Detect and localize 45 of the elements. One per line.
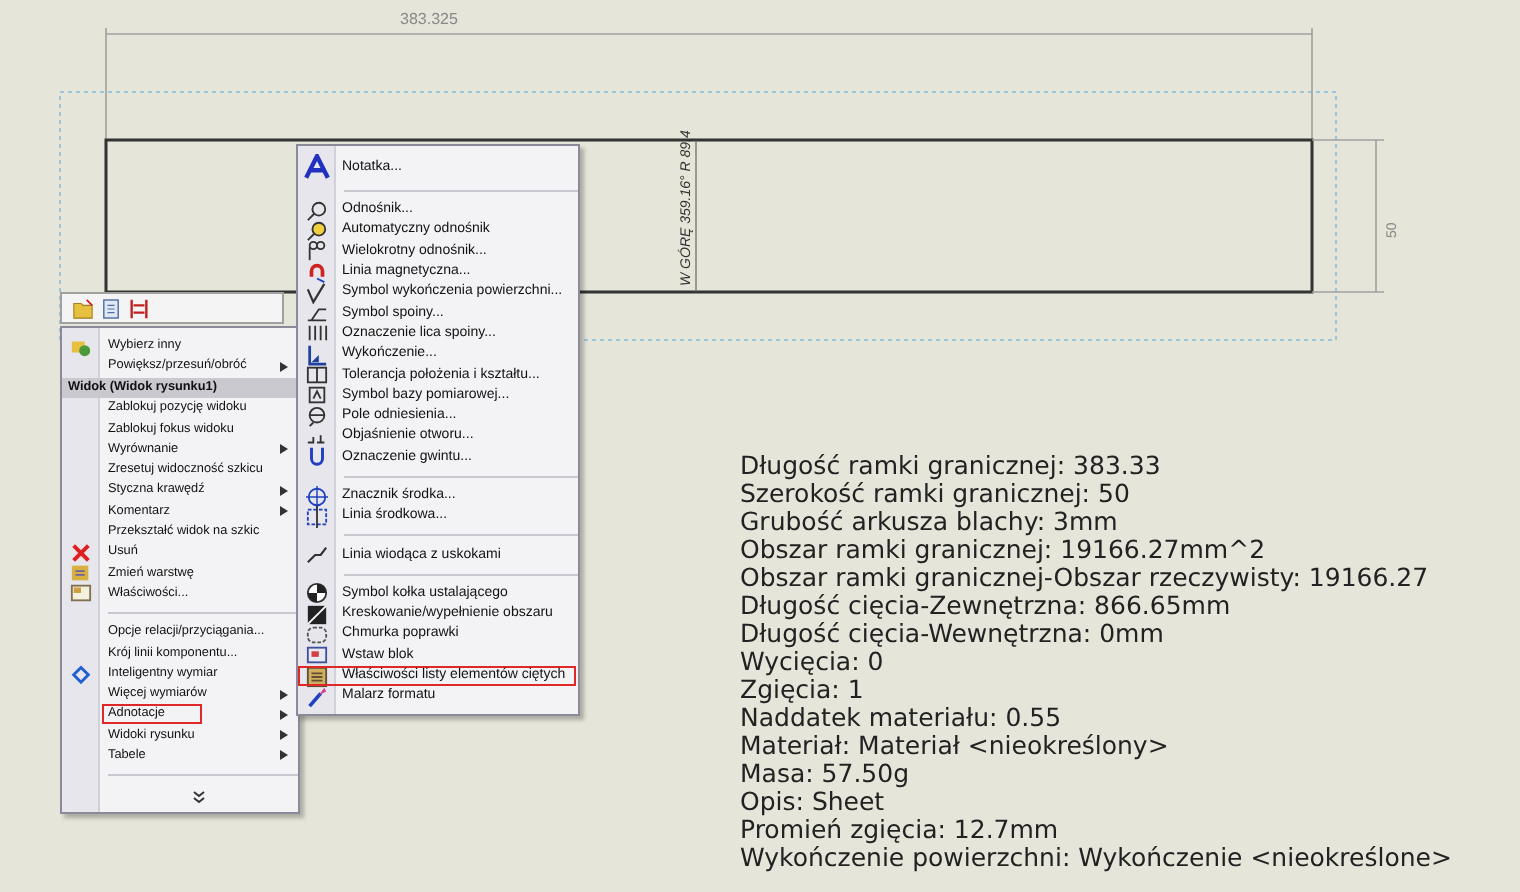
delete-icon [70, 541, 92, 564]
property-line: Długość ramki granicznej: 383.33 [740, 452, 1163, 480]
centerline-icon [306, 505, 328, 528]
format-painter-icon [306, 685, 328, 708]
property-line: Naddatek materiału: 0.55 [740, 704, 1064, 732]
split-icon[interactable] [128, 297, 150, 319]
weld-bead-icon [306, 322, 328, 345]
datum-icon [306, 384, 328, 407]
property-line: Masa: 57.50g [740, 760, 912, 788]
document-icon[interactable] [102, 297, 120, 319]
layer-icon [70, 562, 92, 585]
thread-icon [306, 446, 328, 469]
property-line: Grubość arkusza blachy: 3mm [740, 508, 1120, 536]
dowel-pin-icon [306, 582, 328, 605]
property-line: Promień zgięcia: 12.7mm [740, 816, 1061, 844]
block-icon [306, 644, 328, 667]
dimension-icon [70, 662, 92, 685]
balloons-icon [306, 240, 328, 263]
property-line: Materiał: Materiał <nieokreślony> [740, 732, 1171, 760]
list-properties-icon [306, 665, 328, 688]
property-line: Obszar ramki granicznej-Obszar rzeczywisty: 19166.27 [740, 564, 1431, 592]
folder-icon[interactable] [72, 297, 94, 319]
hatch-icon [306, 603, 328, 626]
revision-cloud-icon [306, 624, 328, 646]
balloon-icon [306, 219, 328, 242]
property-line: Zgięcia: 1 [740, 676, 866, 704]
datum-target-icon [306, 405, 328, 428]
magnet-icon [306, 261, 328, 284]
center-mark-icon [306, 485, 328, 508]
note-icon [304, 154, 330, 180]
properties-icon [70, 582, 92, 605]
balloon-icon [306, 199, 328, 222]
property-line: Długość cięcia-Zewnętrzna: 866.65mm [740, 592, 1231, 620]
property-line: Obszar ramki granicznej: 19166.27mm^2 [740, 536, 1268, 564]
property-line: Długość cięcia-Wewnętrzna: 0mm [740, 620, 1166, 648]
property-line: Opis: Sheet [740, 788, 885, 816]
weld-symbol-icon [306, 302, 328, 325]
tolerance-frame-icon [306, 364, 328, 387]
surface-finish-icon [306, 281, 328, 304]
property-line: Wykończenie powierzchni: Wykończenie <nieokreślone> [740, 844, 1452, 872]
property-line: Wycięcia: 0 [740, 648, 884, 676]
leader-icon [306, 544, 328, 567]
property-line: Szerokość ramki granicznej: 50 [740, 480, 1132, 508]
finish-icon [306, 343, 328, 366]
expand-icon[interactable] [192, 789, 206, 804]
